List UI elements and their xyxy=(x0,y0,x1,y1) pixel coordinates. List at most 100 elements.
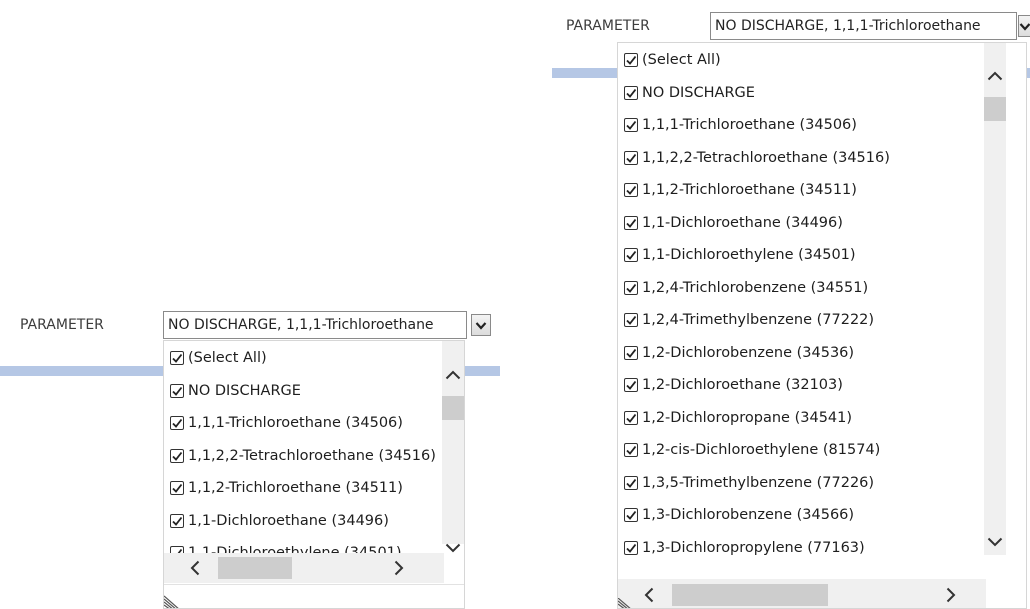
list-item[interactable]: 1,1,2-Trichloroethane (34511) xyxy=(624,179,984,201)
list-item[interactable]: 1,2-Dichloroethane (32103) xyxy=(624,374,984,396)
list-item-label: 1,1-Dichloroethylene (34501) xyxy=(642,247,856,263)
vertical-scroll-thumb[interactable] xyxy=(442,396,464,420)
list-item[interactable]: NO DISCHARGE xyxy=(170,380,436,402)
list-item[interactable]: 1,1,2,2-Tetrachloroethane (34516) xyxy=(624,147,984,169)
resize-grip-icon[interactable] xyxy=(164,594,182,609)
list-item-label: 1,2-Dichloropropane (34541) xyxy=(642,409,853,426)
checkmark-icon xyxy=(172,418,183,428)
list-item[interactable]: (Select All) xyxy=(624,49,984,71)
list-item[interactable]: 1,2,4-Trichlorobenzene (34551) xyxy=(624,277,984,299)
scroll-right-icon[interactable] xyxy=(390,557,408,579)
checkbox[interactable] xyxy=(624,150,638,165)
checkmark-icon xyxy=(172,386,183,396)
scroll-down-icon[interactable] xyxy=(984,533,1006,551)
checkbox[interactable] xyxy=(624,183,638,197)
list-item-label: 1,2,4-Trimethylbenzene (77222) xyxy=(642,312,875,328)
checkmark-icon xyxy=(172,353,183,363)
list-item[interactable]: 1,2-cis-Dichloroethylene (81574) xyxy=(624,439,984,461)
checkbox[interactable] xyxy=(170,351,184,365)
dropdown-button[interactable] xyxy=(471,314,491,336)
list-item[interactable]: 1,1,1-Trichloroethane (34506) xyxy=(624,114,984,136)
list-item[interactable]: 1,3-Dichlorobenzene (34566) xyxy=(624,504,984,526)
checkbox[interactable] xyxy=(624,53,638,67)
scroll-right-icon[interactable] xyxy=(942,584,960,606)
list-item[interactable]: 1,1-Dichloroethane (34496) xyxy=(170,510,436,532)
checkmark-icon xyxy=(172,483,183,493)
vertical-scrollbar[interactable] xyxy=(442,341,464,553)
dropdown-list: (Select All) NO DISCHARGE 1,1,1-Trichloroe… xyxy=(617,42,1027,609)
checkbox[interactable] xyxy=(624,540,638,555)
resize-grip-icon[interactable] xyxy=(618,598,636,609)
checkbox[interactable] xyxy=(624,248,638,262)
checkmark-icon xyxy=(626,88,637,98)
checkmark-icon xyxy=(626,283,637,293)
list-item-label: (Select All) xyxy=(642,52,721,68)
checkbox[interactable] xyxy=(170,448,184,463)
list-item[interactable]: 1,1-Dichloroethylene (34501) xyxy=(624,244,984,266)
list-item[interactable]: 1,1,1-Trichloroethane (34506) xyxy=(170,412,436,434)
list-item-label: 1,1,2,2-Tetrachloroethane (34516) xyxy=(642,149,890,166)
list-item-label: NO DISCHARGE xyxy=(642,84,755,101)
checkbox[interactable] xyxy=(624,118,638,132)
dropdown-button[interactable] xyxy=(1018,15,1030,37)
list-item-label: 1,1-Dichloroethane (34496) xyxy=(188,512,389,529)
list-item[interactable]: 1,1-Dichloroethane (34496) xyxy=(624,212,984,234)
list-item-label: 1,2-Dichlorobenzene (34536) xyxy=(642,344,855,361)
checkbox[interactable] xyxy=(624,475,638,490)
parameter-select[interactable]: NO DISCHARGE, 1,1,1-Trichloroethane xyxy=(710,12,1017,40)
scroll-left-icon[interactable] xyxy=(640,584,658,606)
horizontal-scroll-thumb[interactable] xyxy=(672,584,828,606)
list-item[interactable]: (Select All) xyxy=(170,347,436,369)
scroll-up-icon[interactable] xyxy=(984,67,1006,85)
list-item[interactable]: 1,3-Dichloropropylene (77163) xyxy=(624,537,984,559)
checkbox[interactable] xyxy=(624,85,638,100)
checkmark-icon xyxy=(626,348,637,358)
list-item[interactable]: 1,2-Dichlorobenzene (34536) xyxy=(624,342,984,364)
checkmark-icon xyxy=(626,120,637,130)
horizontal-scrollbar[interactable] xyxy=(618,579,986,608)
checkmark-icon xyxy=(626,510,637,520)
list-item[interactable]: 1,2-Dichloropropane (34541) xyxy=(624,407,984,429)
checkbox[interactable] xyxy=(624,508,638,522)
list-item-label: NO DISCHARGE xyxy=(188,382,301,399)
list-item-label: 1,1,2-Trichloroethane (34511) xyxy=(642,182,857,198)
checkbox[interactable] xyxy=(170,383,184,398)
vertical-scroll-thumb[interactable] xyxy=(984,97,1006,121)
list-item-label: 1,1,2-Trichloroethane (34511) xyxy=(188,480,403,496)
checkmark-icon xyxy=(626,218,637,228)
list-item-label: 1,3,5-Trimethylbenzene (77226) xyxy=(642,474,875,491)
list-item[interactable]: 1,1,2-Trichloroethane (34511) xyxy=(170,477,436,499)
checkbox[interactable] xyxy=(624,313,638,327)
list-item-label: 1,3-Dichlorobenzene (34566) xyxy=(642,507,855,523)
checkbox[interactable] xyxy=(624,443,638,457)
scroll-down-icon[interactable] xyxy=(442,539,464,557)
scroll-up-icon[interactable] xyxy=(442,366,464,384)
checkbox[interactable] xyxy=(170,513,184,528)
checkbox[interactable] xyxy=(624,280,638,295)
checkmark-icon xyxy=(626,55,637,65)
checkbox[interactable] xyxy=(170,416,184,430)
checkmark-icon xyxy=(626,380,637,390)
list-item-label: 1,1-Dichloroethane (34496) xyxy=(642,214,843,231)
list-item[interactable]: NO DISCHARGE xyxy=(624,82,984,104)
checkbox[interactable] xyxy=(624,345,638,360)
horizontal-scroll-thumb[interactable] xyxy=(218,557,292,579)
list-item[interactable]: 1,1,2,2-Tetrachloroethane (34516) xyxy=(170,445,436,467)
checkmark-icon xyxy=(626,478,637,488)
list-item[interactable]: 1,2,4-Trimethylbenzene (77222) xyxy=(624,309,984,331)
list-item[interactable]: 1,3,5-Trimethylbenzene (77226) xyxy=(624,472,984,494)
checkbox[interactable] xyxy=(624,378,638,392)
checkbox[interactable] xyxy=(170,481,184,495)
scroll-left-icon[interactable] xyxy=(186,557,204,579)
dropdown-list: (Select All) NO DISCHARGE 1,1,1-Trichloroe… xyxy=(163,340,465,609)
checkmark-icon xyxy=(626,185,637,195)
vertical-scrollbar[interactable] xyxy=(984,43,1006,555)
list-item-label: 1,1,2,2-Tetrachloroethane (34516) xyxy=(188,447,436,464)
horizontal-scrollbar[interactable] xyxy=(164,553,444,583)
checkmark-icon xyxy=(626,543,637,553)
list-item-label: 1,1,1-Trichloroethane (34506) xyxy=(188,415,403,431)
checkbox[interactable] xyxy=(624,215,638,230)
parameter-select[interactable]: NO DISCHARGE, 1,1,1-Trichloroethane xyxy=(163,311,467,339)
checkbox[interactable] xyxy=(624,410,638,425)
list-item-label: (Select All) xyxy=(188,350,267,366)
